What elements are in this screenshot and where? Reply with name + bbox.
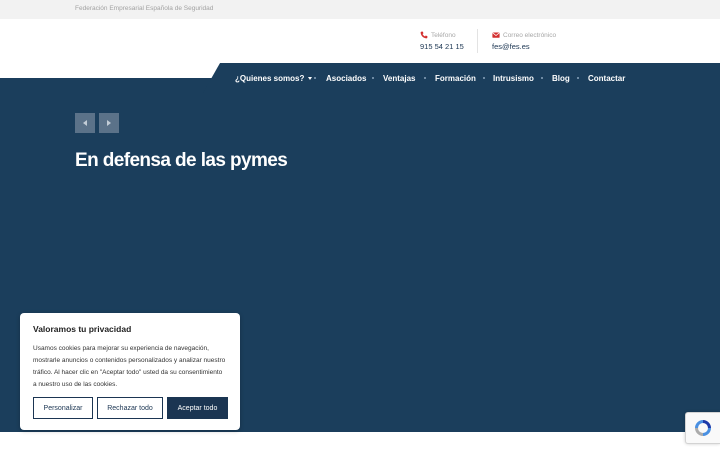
email-label: Correo electrónico <box>503 31 557 39</box>
nav-separator <box>314 77 316 79</box>
recaptcha-icon <box>695 420 711 436</box>
slider-next-button[interactable] <box>99 113 119 133</box>
phone-number[interactable]: 915 54 21 15 <box>420 42 464 51</box>
chevron-down-icon <box>308 77 313 80</box>
nav-item-quienes-somos[interactable]: ¿Quienes somos? <box>235 74 313 83</box>
nav-separator <box>483 77 485 79</box>
contact-divider <box>477 29 478 53</box>
cookie-title: Valoramos tu privacidad <box>33 324 132 334</box>
nav-separator <box>372 77 374 79</box>
nav-item-ventajas[interactable]: Ventajas <box>383 74 415 83</box>
nav-item-contactar[interactable]: Contactar <box>588 74 625 83</box>
recaptcha-badge[interactable] <box>685 412 720 444</box>
nav-separator <box>541 77 543 79</box>
arrow-left-icon <box>83 120 87 126</box>
cookie-description: Usamos cookies para mejorar su experienc… <box>33 345 226 388</box>
cookie-consent-banner: Valoramos tu privacidad Usamos cookies p… <box>20 313 240 430</box>
email-contact[interactable]: Correo electrónico fes@fes.es <box>492 30 557 52</box>
nav-label: ¿Quienes somos? <box>235 74 305 83</box>
phone-label: Teléfono <box>431 31 456 39</box>
nav-separator <box>577 77 579 79</box>
site-header <box>0 19 720 65</box>
email-address[interactable]: fes@fes.es <box>492 42 556 51</box>
arrow-right-icon <box>107 120 111 126</box>
header-white-edge <box>0 63 220 78</box>
hero-title: En defensa de las pymes <box>75 150 288 171</box>
nav-item-blog[interactable]: Blog <box>552 74 570 83</box>
nav-item-formacion[interactable]: Formación <box>435 74 476 83</box>
cookie-buttons: Personalizar Rechazar todo Aceptar todo <box>33 397 228 419</box>
nav-separator <box>424 77 426 79</box>
organization-name: Federación Empresarial Española de Segur… <box>75 5 214 12</box>
phone-icon <box>420 31 428 39</box>
accept-all-button[interactable]: Aceptar todo <box>167 397 228 419</box>
envelope-icon <box>492 32 500 38</box>
main-navigation: ¿Quienes somos? Asociados Ventajas Forma… <box>203 63 720 93</box>
phone-contact[interactable]: Teléfono 915 54 21 15 <box>420 30 464 52</box>
customize-button[interactable]: Personalizar <box>33 397 93 419</box>
slider-prev-button[interactable] <box>75 113 95 133</box>
reject-all-button[interactable]: Rechazar todo <box>97 397 163 419</box>
top-bar: Federación Empresarial Española de Segur… <box>0 0 720 19</box>
nav-item-asociados[interactable]: Asociados <box>326 74 366 83</box>
nav-item-intrusismo[interactable]: Intrusismo <box>493 74 534 83</box>
